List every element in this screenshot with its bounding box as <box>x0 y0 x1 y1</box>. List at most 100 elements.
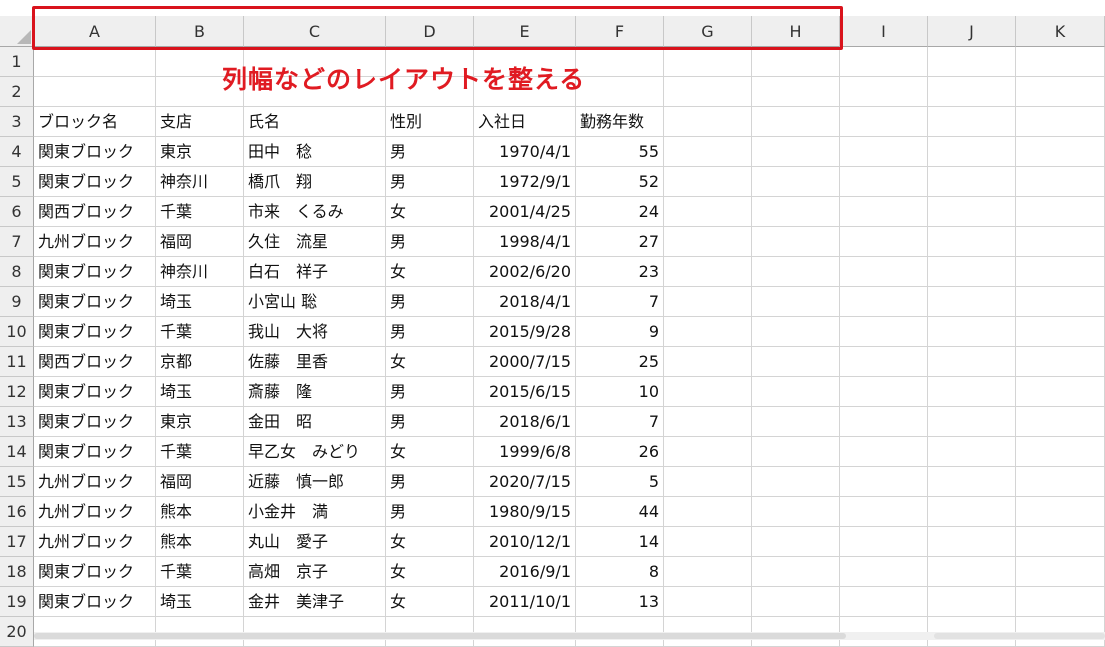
cell[interactable] <box>752 77 840 107</box>
cell[interactable] <box>1016 77 1105 107</box>
cell[interactable] <box>1016 137 1105 167</box>
cell[interactable] <box>664 137 752 167</box>
table-cell[interactable]: 関東ブロック <box>34 317 156 347</box>
table-cell[interactable]: 2001/4/25 <box>474 197 576 227</box>
cell[interactable] <box>1016 287 1105 317</box>
cell[interactable] <box>928 467 1016 497</box>
row-header-7[interactable]: 7 <box>0 227 34 257</box>
cell[interactable] <box>840 227 928 257</box>
cell[interactable] <box>34 47 156 77</box>
table-cell[interactable]: 埼玉 <box>156 287 244 317</box>
cell[interactable] <box>840 527 928 557</box>
row-header-12[interactable]: 12 <box>0 377 34 407</box>
table-cell[interactable]: 小宮山 聡 <box>244 287 386 317</box>
column-header-j[interactable]: J <box>928 16 1016 47</box>
cell[interactable] <box>1016 347 1105 377</box>
table-cell[interactable]: 久住 流星 <box>244 227 386 257</box>
cell[interactable] <box>752 497 840 527</box>
table-cell[interactable]: 2002/6/20 <box>474 257 576 287</box>
table-cell[interactable]: 関東ブロック <box>34 557 156 587</box>
cell[interactable] <box>752 437 840 467</box>
table-cell[interactable]: 福岡 <box>156 467 244 497</box>
cell[interactable] <box>840 587 928 617</box>
cell[interactable] <box>928 47 1016 77</box>
cell[interactable] <box>664 407 752 437</box>
cell[interactable] <box>664 107 752 137</box>
table-cell[interactable]: 7 <box>576 287 664 317</box>
cell[interactable] <box>928 587 1016 617</box>
table-cell[interactable]: 5 <box>576 467 664 497</box>
table-cell[interactable]: 27 <box>576 227 664 257</box>
horizontal-scrollbar[interactable] <box>34 632 1105 640</box>
column-header-e[interactable]: E <box>474 16 576 47</box>
cell[interactable] <box>928 377 1016 407</box>
table-cell[interactable]: 7 <box>576 407 664 437</box>
cell[interactable] <box>576 77 664 107</box>
cell[interactable] <box>752 107 840 137</box>
table-cell[interactable]: 関東ブロック <box>34 137 156 167</box>
cell[interactable] <box>840 347 928 377</box>
table-cell[interactable]: 24 <box>576 197 664 227</box>
cell[interactable] <box>664 257 752 287</box>
cell[interactable] <box>1016 197 1105 227</box>
cell[interactable] <box>664 377 752 407</box>
table-cell[interactable]: 男 <box>386 407 474 437</box>
cell[interactable] <box>1016 227 1105 257</box>
table-cell[interactable]: 女 <box>386 437 474 467</box>
column-header-i[interactable]: I <box>840 16 928 47</box>
table-cell[interactable]: 東京 <box>156 137 244 167</box>
row-header-11[interactable]: 11 <box>0 347 34 377</box>
row-header-15[interactable]: 15 <box>0 467 34 497</box>
table-header-cell[interactable]: 入社日 <box>474 107 576 137</box>
table-cell[interactable]: 男 <box>386 287 474 317</box>
table-cell[interactable]: 2018/6/1 <box>474 407 576 437</box>
cell[interactable] <box>928 527 1016 557</box>
row-header-3[interactable]: 3 <box>0 107 34 137</box>
table-cell[interactable]: 関東ブロック <box>34 437 156 467</box>
table-cell[interactable]: 福岡 <box>156 227 244 257</box>
cell[interactable] <box>840 557 928 587</box>
table-cell[interactable]: 関東ブロック <box>34 407 156 437</box>
cell[interactable] <box>752 197 840 227</box>
cell[interactable] <box>1016 407 1105 437</box>
row-header-2[interactable]: 2 <box>0 77 34 107</box>
table-cell[interactable]: 埼玉 <box>156 587 244 617</box>
cell[interactable] <box>1016 317 1105 347</box>
table-cell[interactable]: 1998/4/1 <box>474 227 576 257</box>
cell[interactable] <box>752 317 840 347</box>
table-cell[interactable]: 55 <box>576 137 664 167</box>
table-cell[interactable]: 13 <box>576 587 664 617</box>
cell[interactable] <box>664 527 752 557</box>
row-header-9[interactable]: 9 <box>0 287 34 317</box>
row-header-19[interactable]: 19 <box>0 587 34 617</box>
table-cell[interactable]: 九州ブロック <box>34 497 156 527</box>
cell[interactable] <box>752 377 840 407</box>
row-header-5[interactable]: 5 <box>0 167 34 197</box>
table-cell[interactable]: 14 <box>576 527 664 557</box>
table-cell[interactable]: 男 <box>386 167 474 197</box>
table-cell[interactable]: 男 <box>386 137 474 167</box>
table-cell[interactable]: 熊本 <box>156 527 244 557</box>
scrollbar-thumb-secondary[interactable] <box>934 633 1105 639</box>
cell[interactable] <box>840 317 928 347</box>
table-cell[interactable]: 関東ブロック <box>34 377 156 407</box>
table-cell[interactable]: 金田 昭 <box>244 407 386 437</box>
table-cell[interactable]: 26 <box>576 437 664 467</box>
cell[interactable] <box>1016 107 1105 137</box>
cell[interactable] <box>664 497 752 527</box>
column-header-k[interactable]: K <box>1016 16 1105 47</box>
table-cell[interactable]: 男 <box>386 497 474 527</box>
cell[interactable] <box>1016 467 1105 497</box>
cell[interactable] <box>752 167 840 197</box>
cell[interactable] <box>664 197 752 227</box>
table-cell[interactable]: 女 <box>386 527 474 557</box>
row-header-8[interactable]: 8 <box>0 257 34 287</box>
cell[interactable] <box>928 137 1016 167</box>
cell[interactable] <box>664 557 752 587</box>
table-cell[interactable]: 斎藤 隆 <box>244 377 386 407</box>
row-header-4[interactable]: 4 <box>0 137 34 167</box>
table-cell[interactable]: 千葉 <box>156 437 244 467</box>
table-header-cell[interactable]: ブロック名 <box>34 107 156 137</box>
cell[interactable] <box>1016 527 1105 557</box>
cell[interactable] <box>576 47 664 77</box>
